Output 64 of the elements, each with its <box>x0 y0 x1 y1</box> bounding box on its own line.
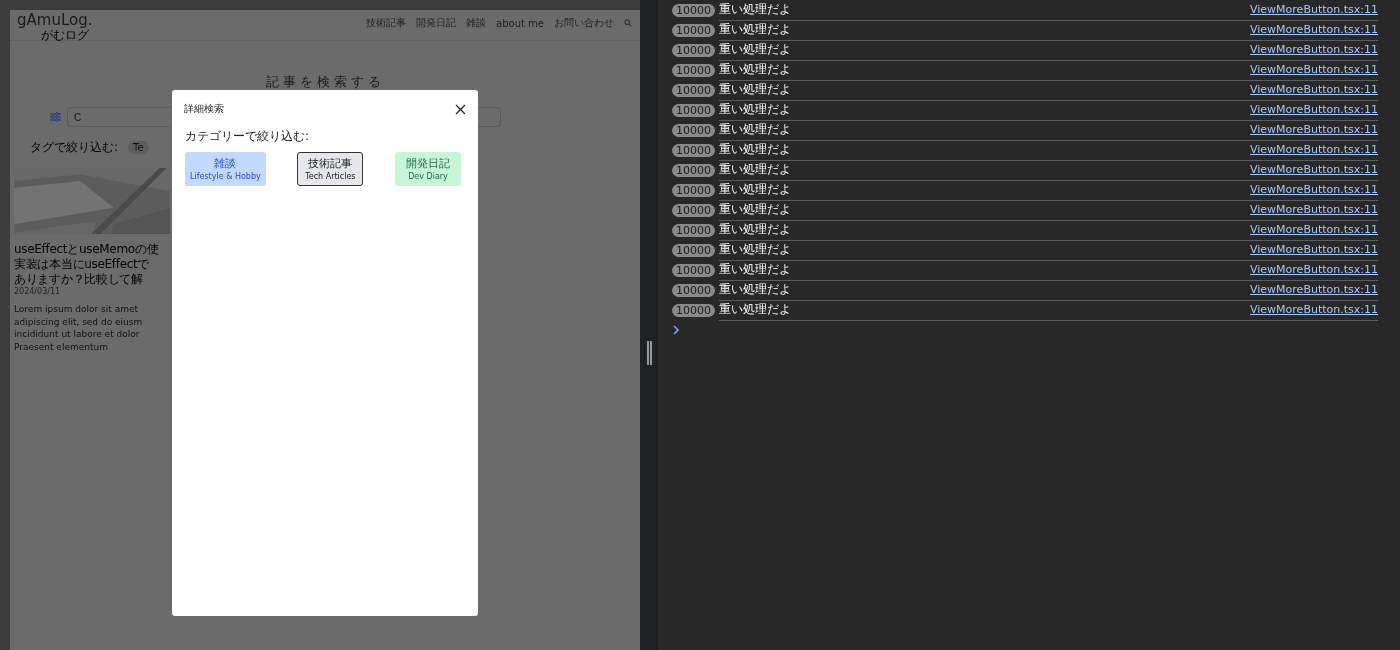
log-message: 重い処理だよ <box>719 141 791 158</box>
source-link[interactable]: ViewMoreButton.tsx:11 <box>1250 23 1378 36</box>
repeat-count-badge: 10000 <box>672 3 715 17</box>
source-link[interactable]: ViewMoreButton.tsx:11 <box>1250 103 1378 116</box>
prompt-chevron-icon <box>672 325 680 335</box>
log-message: 重い処理だよ <box>719 101 791 118</box>
log-message: 重い処理だよ <box>719 221 791 238</box>
repeat-count-badge: 10000 <box>672 223 715 237</box>
category-button[interactable]: 技術記事 Tech Articles <box>297 152 364 186</box>
source-link[interactable]: ViewMoreButton.tsx:11 <box>1250 43 1378 56</box>
log-message: 重い処理だよ <box>719 41 791 58</box>
log-message: 重い処理だよ <box>719 241 791 258</box>
repeat-count-badge: 10000 <box>672 83 715 97</box>
repeat-count-badge: 10000 <box>672 203 715 217</box>
source-link[interactable]: ViewMoreButton.tsx:11 <box>1250 83 1378 96</box>
repeat-count-badge: 10000 <box>672 23 715 37</box>
source-link[interactable]: ViewMoreButton.tsx:11 <box>1250 143 1378 156</box>
source-link[interactable]: ViewMoreButton.tsx:11 <box>1250 183 1378 196</box>
close-button[interactable] <box>455 103 466 115</box>
page-heading: 記事を検索する <box>264 73 386 91</box>
resize-handle[interactable] <box>646 341 652 365</box>
category-filter-label: カテゴリーで絞り込む: <box>185 128 311 145</box>
logo-subtitle: がむログ <box>41 29 90 42</box>
log-message: 重い処理だよ <box>719 21 791 38</box>
log-message: 重い処理だよ <box>719 201 791 218</box>
log-message: 重い処理だよ <box>719 161 791 178</box>
log-message: 重い処理だよ <box>719 301 791 318</box>
source-link[interactable]: ViewMoreButton.tsx:11 <box>1250 263 1378 276</box>
source-link[interactable]: ViewMoreButton.tsx:11 <box>1250 283 1378 296</box>
article-title[interactable]: useEffectとuseMemoの使 実装は本当にuseEffectで ありますか？比較して解 <box>14 242 170 287</box>
log-message: 重い処理だよ <box>719 261 791 278</box>
log-message: 重い処理だよ <box>719 121 791 138</box>
repeat-count-badge: 10000 <box>672 103 715 117</box>
source-link[interactable]: ViewMoreButton.tsx:11 <box>1250 123 1378 136</box>
search-icon[interactable] <box>624 19 632 27</box>
log-message: 重い処理だよ <box>719 81 791 98</box>
dialog-title: 詳細検索 <box>184 102 224 116</box>
category-button[interactable]: 雑談 Lifestyle & Hobby <box>185 152 266 186</box>
repeat-count-badge: 10000 <box>672 143 715 157</box>
source-link[interactable]: ViewMoreButton.tsx:11 <box>1250 163 1378 176</box>
log-message: 重い処理だよ <box>719 1 791 18</box>
source-link[interactable]: ViewMoreButton.tsx:11 <box>1250 223 1378 236</box>
repeat-count-badge: 10000 <box>672 63 715 77</box>
repeat-count-badge: 10000 <box>672 163 715 177</box>
category-button[interactable]: 開発日記 Dev Diary <box>395 152 461 186</box>
source-link[interactable]: ViewMoreButton.tsx:11 <box>1250 63 1378 76</box>
article-date: 2024/03/11 <box>14 287 62 297</box>
repeat-count-badge: 10000 <box>672 183 715 197</box>
article-excerpt: Lorem ipsum dolor sit amet adipiscing elit, sed do eiusm incididunt ut labore et dolor Praesent elementum <box>14 303 144 353</box>
source-link[interactable]: ViewMoreButton.tsx:11 <box>1250 303 1378 316</box>
repeat-count-badge: 10000 <box>672 283 715 297</box>
log-message: 重い処理だよ <box>719 181 791 198</box>
close-icon <box>455 103 466 115</box>
source-link[interactable]: ViewMoreButton.tsx:11 <box>1250 203 1378 216</box>
tag-filter-label: タグで絞り込む: <box>30 139 119 156</box>
source-link[interactable]: ViewMoreButton.tsx:11 <box>1250 243 1378 256</box>
log-message: 重い処理だよ <box>719 61 791 78</box>
repeat-count-badge: 10000 <box>672 303 715 317</box>
repeat-count-badge: 10000 <box>672 43 715 57</box>
repeat-count-badge: 10000 <box>672 123 715 137</box>
repeat-count-badge: 10000 <box>672 243 715 257</box>
repeat-count-badge: 10000 <box>672 263 715 277</box>
log-message: 重い処理だよ <box>719 281 791 298</box>
source-link[interactable]: ViewMoreButton.tsx:11 <box>1250 3 1378 16</box>
